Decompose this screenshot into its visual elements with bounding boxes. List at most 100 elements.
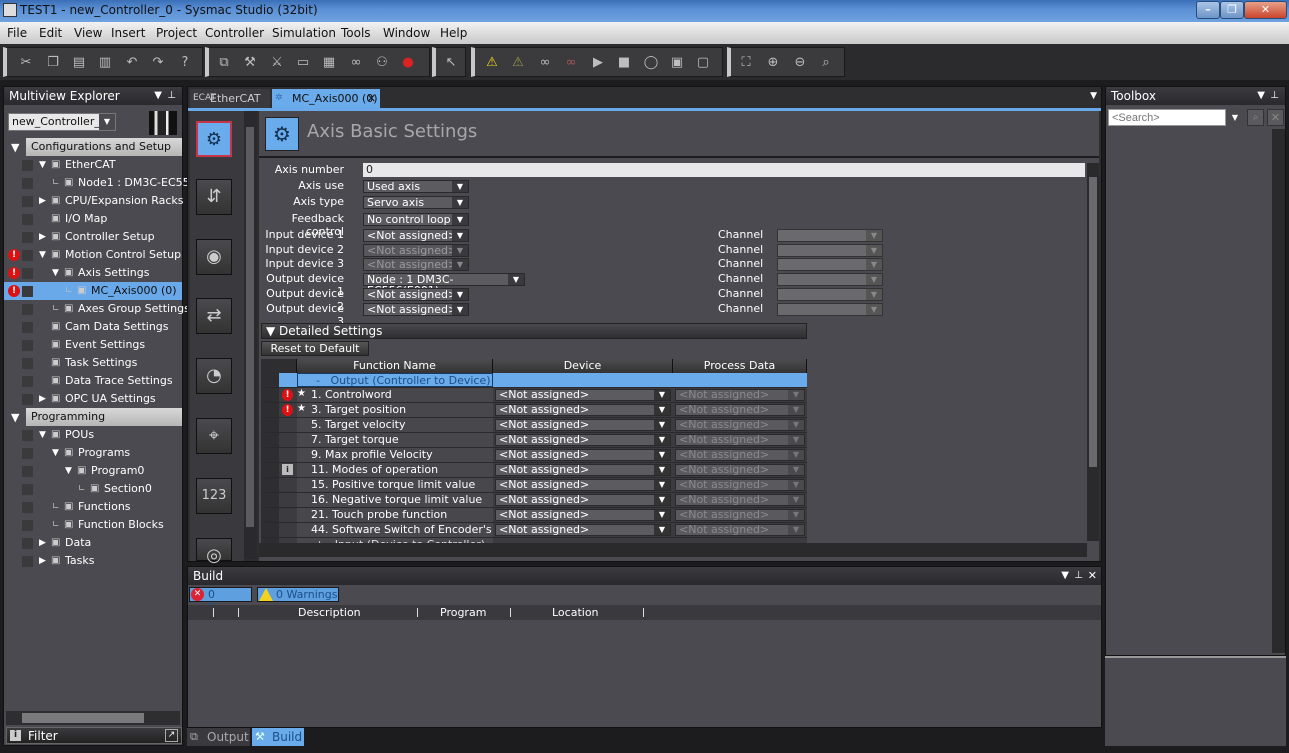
run-icon[interactable]: ▶: [589, 54, 607, 72]
chevron-down-icon[interactable]: ▼: [1227, 109, 1243, 126]
grid-row[interactable]: 5. Target velocity <Not assigned> ▼ <Not as…: [261, 418, 807, 433]
tab-list-dropdown-icon[interactable]: ▼: [1090, 91, 1097, 101]
menu-help[interactable]: Help: [440, 26, 467, 40]
tree-item-checkbox[interactable]: [22, 448, 33, 459]
reset-to-default-button[interactable]: Reset to Default: [261, 341, 369, 356]
expand-toggle-icon[interactable]: ▼: [39, 156, 46, 174]
cut-icon[interactable]: ✂: [17, 54, 35, 72]
filter-pin-icon[interactable]: ↗: [165, 729, 178, 742]
watch-table-icon[interactable]: ▦: [320, 54, 338, 72]
tree-item-checkbox[interactable]: [22, 556, 33, 567]
device-select[interactable]: <Not assigned> ▼: [495, 479, 671, 491]
tree-item[interactable]: ∟ ▣ Node1 : DM3C-EC55: [4, 174, 190, 192]
column-header-description[interactable]: Description: [298, 605, 361, 620]
tree-item-checkbox[interactable]: [22, 538, 33, 549]
device-select[interactable]: <Not assigned> ▼: [495, 449, 671, 461]
input-device-1-select[interactable]: <Not assigned> ▼: [363, 229, 469, 242]
tree-item-checkbox[interactable]: [22, 178, 33, 189]
tree-item-checkbox[interactable]: [22, 394, 33, 405]
tree-item[interactable]: ▼ ▣ Programs: [4, 444, 182, 462]
column-header-program[interactable]: Program: [440, 605, 486, 620]
tab-build[interactable]: ⚒ Build: [252, 728, 304, 746]
tree-item[interactable]: ▼ ▣ POUs: [4, 426, 182, 444]
build-icon[interactable]: ⚒: [241, 54, 259, 72]
device-select[interactable]: <Not assigned> ▼: [495, 524, 671, 536]
search-icon[interactable]: ⌕: [1247, 109, 1264, 126]
chevron-down-icon[interactable]: ▼: [452, 181, 468, 192]
toolbox-menu-icon[interactable]: ▼: [1257, 87, 1265, 105]
menu-controller[interactable]: Controller: [205, 26, 264, 40]
online-node-icon[interactable]: ▣: [668, 54, 686, 72]
content-hscrollbar[interactable]: [259, 543, 1087, 557]
tree-item-checkbox[interactable]: [22, 304, 33, 315]
device-select[interactable]: <Not assigned> ▼: [495, 404, 671, 416]
device-select[interactable]: <Not assigned> ▼: [495, 464, 671, 476]
tree-item[interactable]: ! ▼ ▣ Motion Control Setup: [4, 246, 182, 264]
homing-button[interactable]: ◎: [196, 538, 232, 566]
tree-item-checkbox[interactable]: [22, 340, 33, 351]
expand-toggle-icon[interactable]: ▼: [39, 246, 46, 264]
expand-toggle-icon[interactable]: ▶: [39, 192, 46, 210]
copy-icon[interactable]: ❐: [44, 54, 62, 72]
chevron-down-icon[interactable]: ▼: [654, 495, 670, 505]
scroll-thumb[interactable]: [1089, 177, 1097, 467]
fit-icon[interactable]: ⛶: [737, 54, 755, 72]
menu-view[interactable]: View: [74, 26, 102, 40]
tree-item-checkbox[interactable]: [22, 430, 33, 441]
feedback-control-select[interactable]: No control loop ▼: [363, 213, 469, 226]
tree-item[interactable]: ∟ ▣ Functions: [4, 498, 182, 516]
tree-item[interactable]: ▣ Cam Data Settings: [4, 318, 182, 336]
menu-project[interactable]: Project: [156, 26, 197, 40]
limit-settings-button[interactable]: ◔: [196, 358, 232, 394]
axis-basic-settings-button[interactable]: ⚙: [196, 121, 232, 157]
tree-item[interactable]: ▼ ▣ EtherCAT: [4, 156, 182, 174]
new-window-icon[interactable]: ⧉: [215, 54, 233, 72]
chevron-down-icon[interactable]: ▼: [654, 405, 670, 415]
menu-edit[interactable]: Edit: [39, 26, 62, 40]
pin-icon[interactable]: ⊥: [167, 87, 176, 105]
device-select[interactable]: <Not assigned> ▼: [495, 419, 671, 431]
tree-item[interactable]: ! ∟ ▣ MC_Axis000 (0): [4, 282, 182, 300]
tree-item-checkbox[interactable]: [22, 196, 33, 207]
monitor-stop-icon[interactable]: ∞: [562, 54, 580, 72]
expand-toggle-icon[interactable]: ▼: [52, 264, 59, 282]
ethercat-compare-icon[interactable]: ⚔: [268, 54, 286, 72]
tree-item[interactable]: ∟ ▣ Function Blocks: [4, 516, 182, 534]
close-tab-icon[interactable]: ✕: [367, 89, 376, 108]
tree-item-checkbox[interactable]: [22, 520, 33, 531]
grid-row[interactable]: ! 3. Target position ★ <Not assigned> ▼ <Not …: [261, 403, 807, 418]
column-header-function-name[interactable]: Function Name: [297, 359, 493, 373]
tree-item[interactable]: ▶ ▣ Controller Setup: [4, 228, 182, 246]
controller-select[interactable]: new_Controller_0 ▼: [8, 113, 116, 131]
chevron-down-icon[interactable]: ▼: [654, 510, 670, 520]
grid-row[interactable]: ! 1. Controlword ★ <Not assigned> ▼ <Not assi…: [261, 388, 807, 403]
tree-item-checkbox[interactable]: [22, 376, 33, 387]
tree-item[interactable]: ∟ ▣ Axes Group Settings: [4, 300, 190, 318]
column-header-location[interactable]: Location: [552, 605, 599, 620]
tree-item[interactable]: ▶ ▣ Tasks: [4, 552, 182, 570]
online-watch-icon[interactable]: ▭: [294, 54, 312, 72]
zoom-100-icon[interactable]: ⌕: [817, 54, 835, 72]
menu-insert[interactable]: Insert: [111, 26, 145, 40]
menu-simulation[interactable]: Simulation: [272, 26, 336, 40]
warnings-filter-button[interactable]: 0 Warnings: [257, 587, 339, 602]
tab-output[interactable]: ⧉ Output: [187, 728, 250, 746]
device-select[interactable]: <Not assigned> ▼: [495, 434, 671, 446]
chevron-down-icon[interactable]: ▼: [452, 289, 468, 300]
servo-drive-button[interactable]: 123: [196, 478, 232, 514]
expand-toggle-icon[interactable]: ▼: [39, 426, 46, 444]
minimize-button[interactable]: –: [1196, 1, 1220, 19]
chevron-down-icon[interactable]: ▼: [452, 230, 468, 241]
chevron-down-icon[interactable]: ▼: [654, 390, 670, 400]
chevron-down-icon[interactable]: ▼: [654, 480, 670, 490]
device-select[interactable]: <Not assigned> ▼: [495, 509, 671, 521]
tree-item[interactable]: ! ▼ ▣ Axis Settings: [4, 264, 182, 282]
output-device-1-select[interactable]: Node : 1 DM3C-EC556(E001)▼: [363, 273, 525, 296]
warning-disabled-icon[interactable]: ⚠: [509, 54, 527, 72]
close-icon[interactable]: ✕: [1088, 567, 1097, 585]
zoom-in-icon[interactable]: ⊕: [764, 54, 782, 72]
pin-icon[interactable]: ⊥: [1270, 87, 1279, 105]
chevron-down-icon[interactable]: ▼: [654, 420, 670, 430]
other-operation-button[interactable]: ⇄: [196, 298, 232, 334]
scroll-thumb[interactable]: [246, 127, 254, 527]
